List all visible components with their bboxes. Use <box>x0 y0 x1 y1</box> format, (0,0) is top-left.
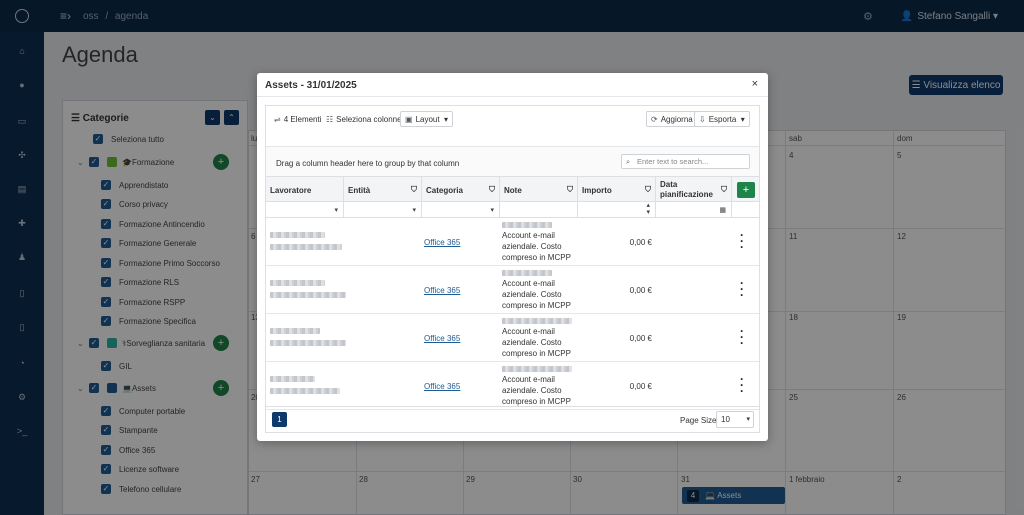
amount: 0,00 € <box>629 382 652 391</box>
redacted-name <box>270 244 342 250</box>
category-link[interactable]: Office 365 <box>424 382 460 391</box>
column-header-importo[interactable]: Importo ⛉ <box>578 177 656 203</box>
modal-header: Assets - 31/01/2025 × <box>257 73 768 97</box>
column-header-entita[interactable]: Entità ⛉ <box>344 177 422 203</box>
chevron-down-icon: ▾ <box>439 114 449 124</box>
modal-title: Assets - 31/01/2025 <box>265 80 357 91</box>
export-dropdown[interactable]: ⇩ Esporta ▾ <box>694 111 750 127</box>
filter-lines-icon: ⇌ <box>274 114 281 124</box>
column-header-note[interactable]: Note ⛉ <box>500 177 578 203</box>
close-icon[interactable]: × <box>752 78 758 90</box>
table-row[interactable]: Office 365 Account e-mail aziendale. Cos… <box>266 266 759 314</box>
chevron-down-icon: ▾ <box>736 114 745 124</box>
table-row[interactable]: Office 365 Account e-mail aziendale. Cos… <box>266 218 759 266</box>
column-header-categoria[interactable]: Categoria ⛉ <box>422 177 500 203</box>
note-text: Account e-mail aziendale. Costo compreso… <box>502 231 571 262</box>
chevron-down-icon: ▾ <box>334 207 338 214</box>
chevron-down-icon: ▾ <box>412 207 416 214</box>
select-columns-button[interactable]: ☷ Seleziona colonne <box>322 111 406 127</box>
calendar-icon: ▦ <box>719 207 726 214</box>
filter-icon[interactable]: ⛉ <box>411 185 417 195</box>
row-menu-icon[interactable]: · · · <box>740 229 744 253</box>
filter-entita[interactable]: ▾ <box>344 202 422 218</box>
elements-count: ⇌ 4 Elementi <box>274 114 322 124</box>
column-header-lavoratore[interactable]: Lavoratore <box>266 177 344 203</box>
filter-icon[interactable]: ⛉ <box>489 185 495 195</box>
table-row[interactable]: Office 365 Account e-mail aziendale. Cos… <box>266 362 759 410</box>
page-button[interactable]: 1 <box>272 412 287 427</box>
layout-icon: ▣ <box>405 114 413 124</box>
row-menu-icon[interactable]: · · · <box>740 373 744 397</box>
chevron-down-icon: ▾ <box>490 207 494 214</box>
redacted-name <box>270 232 325 238</box>
table-row[interactable]: Office 365 Account e-mail aziendale. Cos… <box>266 314 759 362</box>
grid-header: Lavoratore Entità ⛉ Categoria ⛉ Note ⛉ Impo… <box>266 176 759 203</box>
filter-lavoratore[interactable]: ▾ <box>266 202 344 218</box>
group-panel[interactable]: Drag a column header here to group by th… <box>266 146 759 176</box>
note-text: Account e-mail aziendale. Costo compreso… <box>502 327 571 358</box>
amount: 0,00 € <box>629 286 652 295</box>
row-menu-icon[interactable]: · · · <box>740 277 744 301</box>
spinner-icon: ▴ ▾ <box>646 202 650 216</box>
search-input[interactable]: ⌕ Enter text to search... <box>621 154 750 169</box>
filter-icon[interactable]: ⛉ <box>645 185 651 195</box>
add-row-button[interactable]: + <box>737 182 755 198</box>
filter-row: ▾ ▾ ▾ ▴ ▾ ▦ <box>266 202 759 218</box>
filter-icon[interactable]: ⛉ <box>567 185 573 195</box>
layout-dropdown[interactable]: ▣ Layout ▾ <box>400 111 454 127</box>
note-text: Account e-mail aziendale. Costo compreso… <box>502 279 571 310</box>
amount: 0,00 € <box>629 238 652 247</box>
filter-data[interactable]: ▦ <box>656 202 732 218</box>
category-link[interactable]: Office 365 <box>424 334 460 343</box>
amount: 0,00 € <box>629 334 652 343</box>
page-size-label: Page Size: <box>680 416 719 425</box>
filter-categoria[interactable]: ▾ <box>422 202 500 218</box>
search-icon: ⌕ <box>626 157 631 166</box>
refresh-icon: ⟳ <box>651 114 658 124</box>
page-size-select[interactable]: 10 ▾ <box>716 411 754 428</box>
grid-footer: 1 Page Size: 10 ▾ <box>266 406 759 432</box>
data-grid: ⇌ 4 Elementi ☷ Seleziona colonne ▣ Layout ▾… <box>265 105 760 433</box>
category-link[interactable]: Office 365 <box>424 286 460 295</box>
refresh-button[interactable]: ⟳ Aggiorna <box>646 111 698 127</box>
note-text: Account e-mail aziendale. Costo compreso… <box>502 375 571 406</box>
download-icon: ⇩ <box>699 114 706 124</box>
filter-note[interactable] <box>500 202 578 218</box>
category-link[interactable]: Office 365 <box>424 238 460 247</box>
filter-icon[interactable]: ⛉ <box>721 185 727 195</box>
group-hint: Drag a column header here to group by th… <box>276 159 460 168</box>
filter-importo[interactable]: ▴ ▾ <box>578 202 656 218</box>
chevron-down-icon: ▾ <box>746 416 750 423</box>
assets-modal: Assets - 31/01/2025 × ⇌ 4 Elementi ☷ Selez… <box>257 73 768 441</box>
columns-icon: ☷ <box>326 114 334 124</box>
column-header-data-pianificazione[interactable]: Data pianificazione ⛉ <box>656 177 732 203</box>
row-menu-icon[interactable]: · · · <box>740 325 744 349</box>
